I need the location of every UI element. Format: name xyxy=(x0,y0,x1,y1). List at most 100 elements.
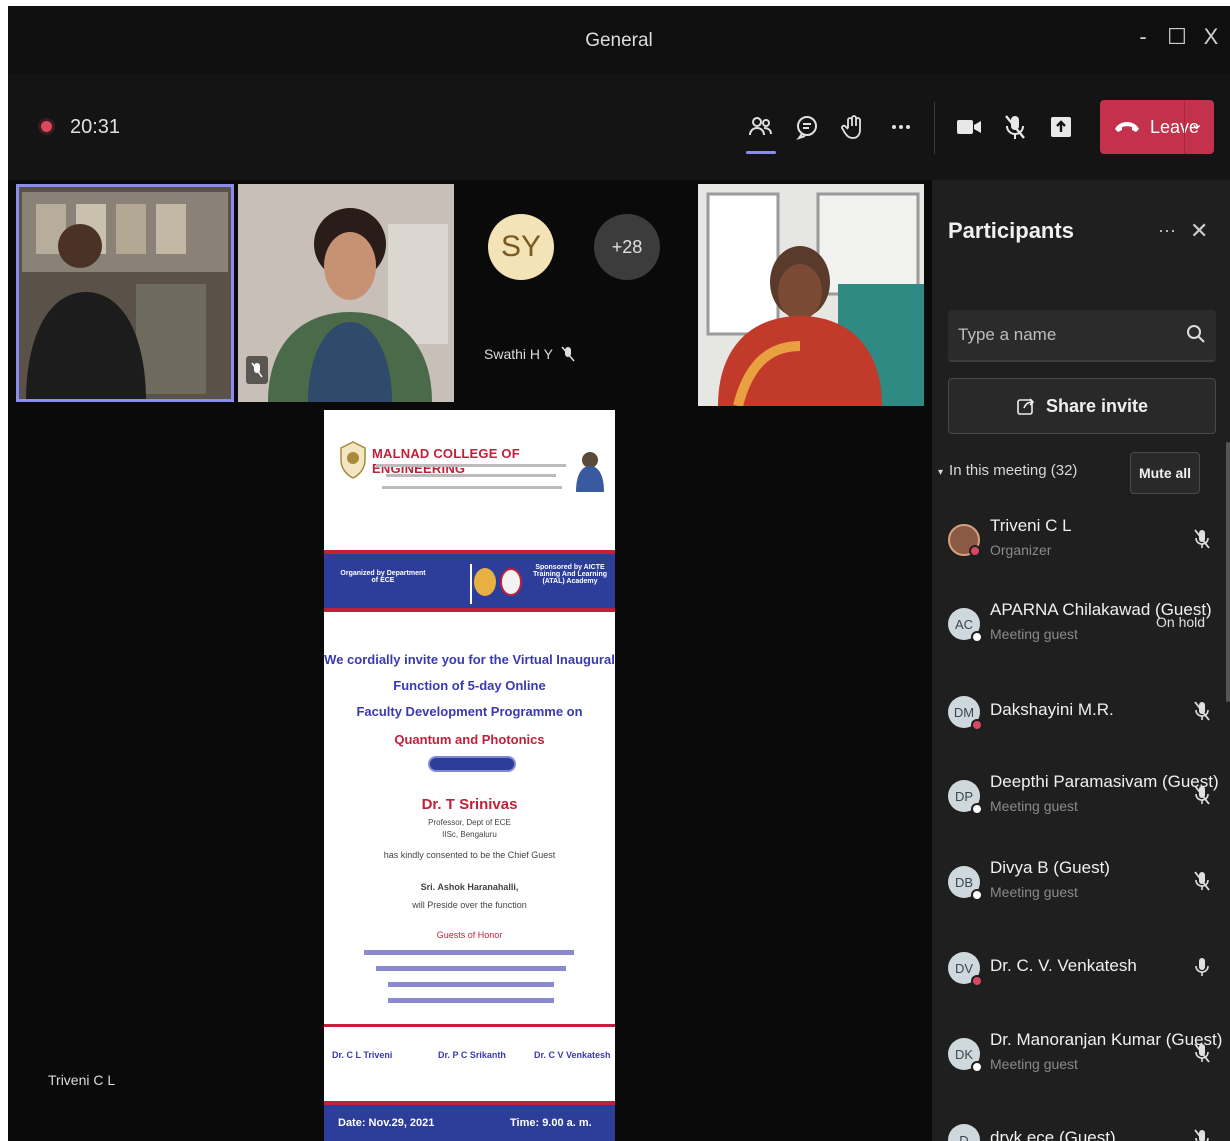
participant-search[interactable] xyxy=(948,310,1216,362)
people-button[interactable] xyxy=(744,110,778,154)
avatar[interactable]: SY xyxy=(488,214,554,280)
panel-scrollbar[interactable] xyxy=(1226,442,1230,702)
avatar-initials: D xyxy=(959,1132,969,1141)
portrait-icon xyxy=(576,452,604,492)
share-screen-button[interactable] xyxy=(1044,110,1078,144)
poster-rule xyxy=(324,1024,615,1027)
share-invite-button[interactable]: Share invite xyxy=(948,378,1216,434)
panel-more-button[interactable]: ··· xyxy=(1158,220,1176,241)
participant-role: Meeting guest xyxy=(990,884,1078,900)
avatar xyxy=(948,524,981,557)
participant-row[interactable]: AC APARNA Chilakawad (Guest) Meeting guest… xyxy=(932,590,1222,674)
toolbar-divider xyxy=(934,102,935,154)
participant-role: Meeting guest xyxy=(990,798,1078,814)
presence-status-icon xyxy=(971,975,983,987)
share-icon xyxy=(1017,398,1035,415)
participant-row[interactable]: DP Deepthi Paramasivam (Guest) Meeting gue… xyxy=(932,762,1222,846)
participant-role: Meeting guest xyxy=(990,1056,1078,1072)
section-label: In this meeting (32) xyxy=(949,462,1078,479)
mic-off-icon[interactable] xyxy=(1194,700,1210,722)
participant-row[interactable]: DK Dr. Manoranjan Kumar (Guest) Meeting gu… xyxy=(932,1020,1222,1104)
participant-name: Triveni C L xyxy=(990,516,1072,535)
mic-off-icon[interactable] xyxy=(1194,1128,1210,1141)
presence-status-icon xyxy=(969,545,981,557)
video-feed xyxy=(238,184,454,402)
participant-role: Organizer xyxy=(990,542,1052,558)
poster-invite-line: Function of 5-day Online xyxy=(393,678,546,693)
college-emblem-icon xyxy=(340,441,366,479)
chat-button[interactable] xyxy=(790,110,824,144)
participant-state-label: On hold xyxy=(1156,614,1206,630)
presenter-name-label: Triveni C L xyxy=(48,1072,116,1088)
avatar-initials: DK xyxy=(954,1046,974,1062)
avatar: DM xyxy=(948,696,983,731)
poster-footer: Date: Nov.29, 2021 Time: 9.00 a. m. xyxy=(324,1101,615,1141)
poster-guest-line xyxy=(388,982,554,987)
video-tile-2[interactable] xyxy=(238,184,454,402)
hand-icon xyxy=(841,115,861,139)
meeting-toolbar: 20:31 Leave ⌄ xyxy=(8,74,1230,180)
avatar-initials: DP xyxy=(954,788,974,804)
in-meeting-section-header[interactable]: ▾ In this meeting (32) xyxy=(938,462,1077,479)
raise-hand-button[interactable] xyxy=(836,110,870,144)
participant-name: Dr. C. V. Venkatesh xyxy=(990,956,1137,975)
more-icon xyxy=(892,125,910,129)
panel-close-button[interactable]: ✕ xyxy=(1190,218,1208,244)
more-actions-button[interactable] xyxy=(884,110,918,144)
participant-row[interactable]: Ddrvk ece (Guest) xyxy=(932,1106,1222,1141)
mic-off-icon[interactable] xyxy=(1194,870,1210,892)
participant-row[interactable]: DM Dakshayini M.R. xyxy=(932,678,1222,762)
search-input[interactable] xyxy=(958,310,1178,360)
poster-preside: Sri. Ashok Haranahalli, xyxy=(420,882,519,892)
poster-signatory: Dr. C L Triveni xyxy=(332,1050,393,1060)
avatar-initials: DV xyxy=(954,960,974,976)
atal-logo-icon xyxy=(500,568,522,596)
teams-window: General - ☐ X 20:31 Leave ⌄ SY +28 Swath… xyxy=(8,6,1230,1141)
presence-status-icon xyxy=(971,889,983,901)
mute-all-button[interactable]: Mute all xyxy=(1130,452,1200,494)
mic-off-icon[interactable] xyxy=(1194,1042,1210,1064)
poster-invite-line: We cordially invite you for the Virtual … xyxy=(324,652,615,667)
mic-button[interactable] xyxy=(998,110,1032,144)
more-participants-button[interactable]: +28 xyxy=(594,214,660,280)
poster-date-pill xyxy=(428,756,516,772)
close-button[interactable]: X xyxy=(1196,24,1226,50)
presence-status-icon xyxy=(971,803,983,815)
avatar: DV xyxy=(948,952,983,987)
leave-divider xyxy=(1184,100,1185,154)
mic-off-icon[interactable] xyxy=(1194,784,1210,806)
participant-row[interactable]: DB Divya B (Guest) Meeting guest xyxy=(932,848,1222,932)
video-tile-grid-overflow[interactable] xyxy=(456,184,696,402)
mic-off-icon[interactable] xyxy=(1194,528,1210,550)
poster-chief-sub: Professor, Dept of ECE xyxy=(428,818,511,827)
poster-guest-line xyxy=(388,998,554,1003)
mic-icon[interactable] xyxy=(1194,956,1210,978)
camera-icon xyxy=(957,120,981,134)
leave-button[interactable]: Leave ⌄ xyxy=(1100,100,1214,154)
participant-row[interactable]: DV Dr. C. V. Venkatesh xyxy=(932,934,1222,1018)
participant-role: Meeting guest xyxy=(990,626,1078,642)
minimize-button[interactable]: - xyxy=(1128,24,1158,50)
mic-off-icon xyxy=(1005,115,1025,139)
aicte-logo-icon xyxy=(474,568,496,596)
poster-fine-print xyxy=(376,464,566,467)
maximize-button[interactable]: ☐ xyxy=(1162,24,1192,50)
search-icon[interactable] xyxy=(1186,324,1206,344)
presence-status-icon xyxy=(971,1061,983,1073)
chevron-down-icon[interactable]: ⌄ xyxy=(1190,114,1203,134)
avatar-initials: AC xyxy=(954,616,974,632)
participant-name: Deepthi Paramasivam (Guest) xyxy=(990,772,1219,791)
camera-button[interactable] xyxy=(952,110,986,144)
panel-title: Participants xyxy=(948,218,1074,243)
poster-sponsor-band: Organized by Department of ECE Sponsored… xyxy=(324,550,615,612)
chat-icon xyxy=(796,116,817,140)
avatar: DK xyxy=(948,1038,983,1073)
participant-row[interactable]: Triveni C L Organizer xyxy=(932,506,1222,590)
meeting-timer: 20:31 xyxy=(70,116,121,138)
avatar-initials: DM xyxy=(953,704,975,720)
video-tile-1[interactable] xyxy=(16,184,234,402)
poster-preside-note: will Preside over the function xyxy=(412,900,527,910)
participant-name: Dr. Manoranjan Kumar (Guest) xyxy=(990,1030,1223,1049)
mic-off-icon xyxy=(246,356,268,384)
video-tile-4[interactable] xyxy=(698,184,924,406)
